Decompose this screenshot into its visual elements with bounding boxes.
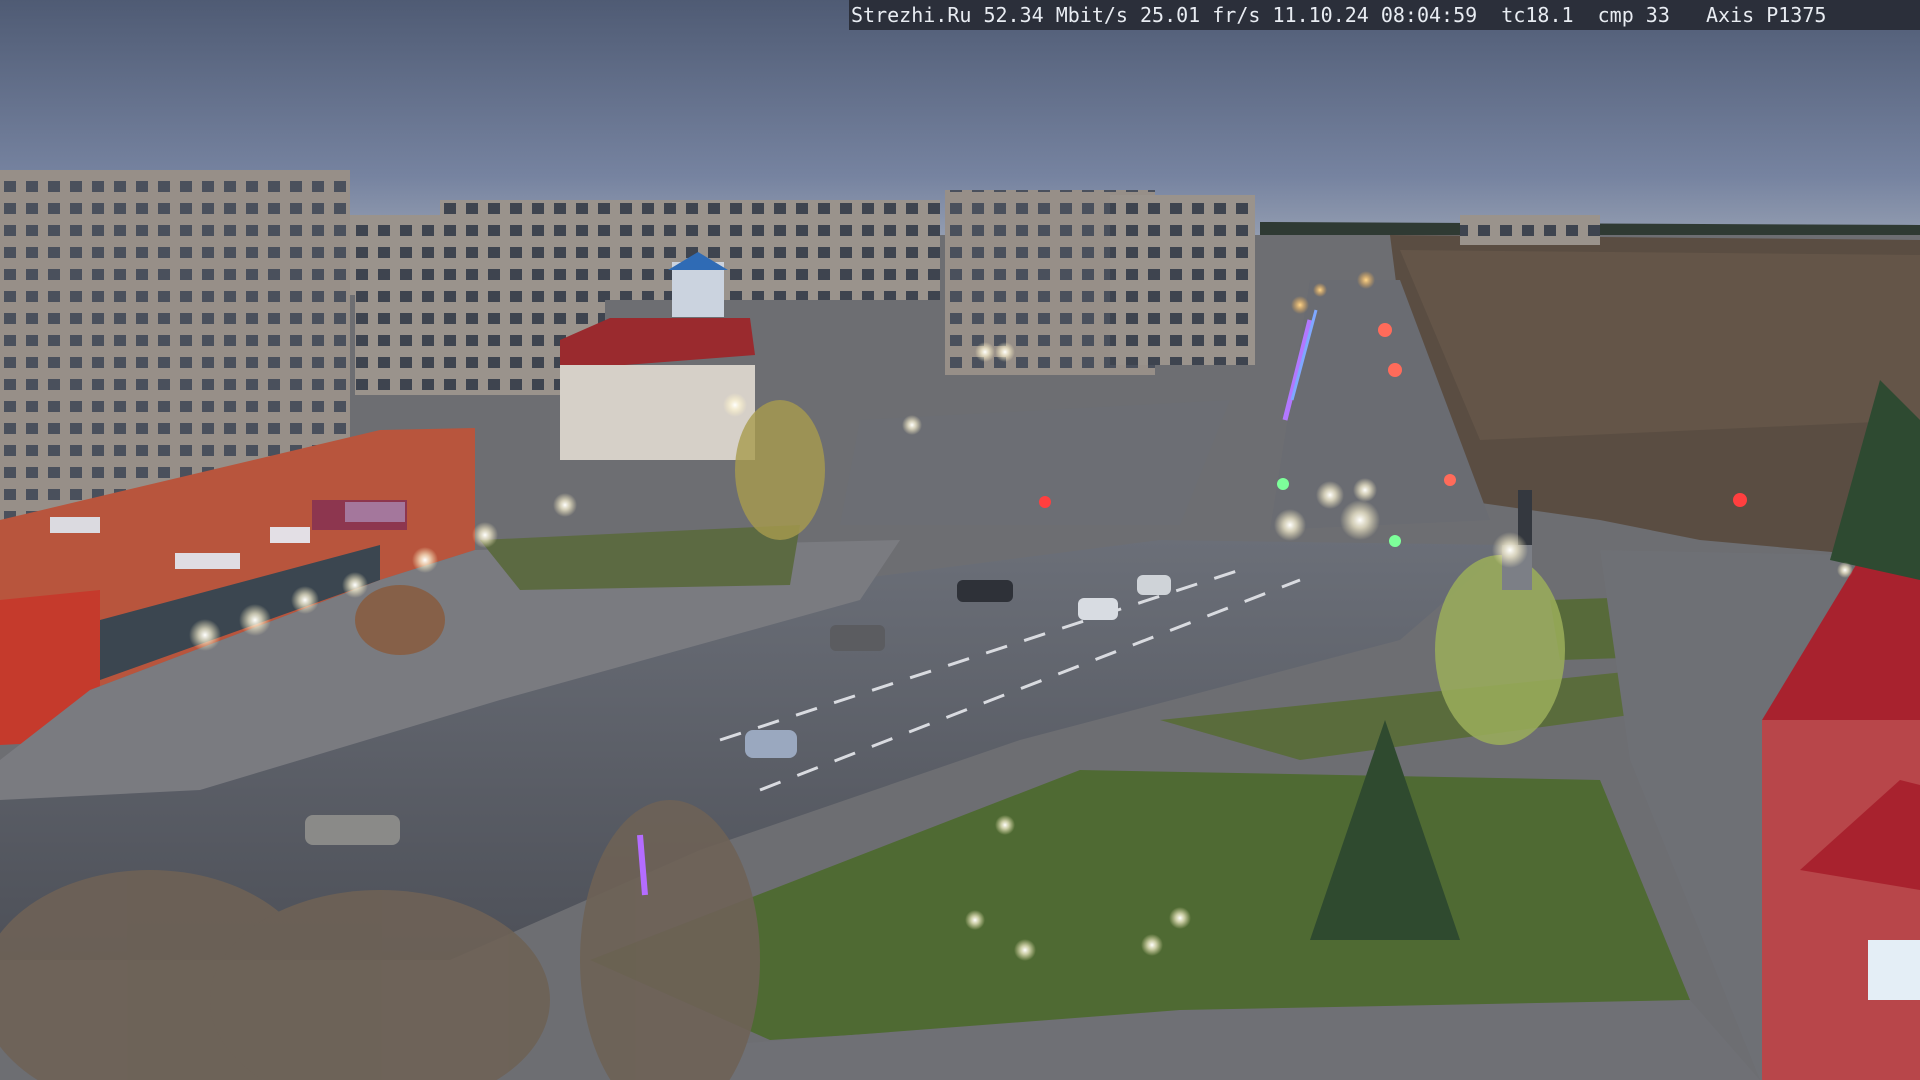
apartment-block-far-right [1460, 215, 1600, 245]
car-white [1078, 598, 1118, 620]
osd-tc: tc18.1 [1501, 3, 1574, 27]
car-white-2 [1137, 575, 1171, 595]
osd-cmp: cmp 33 [1597, 3, 1670, 27]
city-street-scene [0, 0, 1920, 1080]
forest-right-texture [1400, 250, 1920, 440]
osd-framerate: 25.01 fr/s [1140, 3, 1261, 27]
car-dark-suv [830, 625, 885, 651]
yellow-tree-left [735, 400, 825, 540]
camera-osd-overlay: Strezhi.Ru 52.34 Mbit/s 25.01 fr/s 11.10… [849, 0, 1920, 30]
central-plaza [840, 400, 1230, 525]
webcam-frame: Strezhi.Ru 52.34 Mbit/s 25.01 fr/s 11.10… [0, 0, 1920, 1080]
blue-dome-house [672, 262, 724, 317]
autumn-tree-left [355, 585, 445, 655]
osd-site: Strezhi.Ru [851, 3, 972, 27]
birch-tree [1435, 555, 1565, 745]
car-silver [745, 730, 797, 758]
car-parked [305, 815, 400, 845]
osd-bitrate: 52.34 Mbit/s [983, 3, 1128, 27]
red-building-window [1868, 940, 1920, 1000]
osd-datetime: 11.10.24 08:04:59 [1272, 3, 1478, 27]
car-dark-sedan [957, 580, 1013, 602]
red-building-right [1762, 720, 1920, 1080]
apartment-block-tower-side [1110, 195, 1255, 365]
osd-camera-model: Axis P1375 [1706, 3, 1827, 27]
